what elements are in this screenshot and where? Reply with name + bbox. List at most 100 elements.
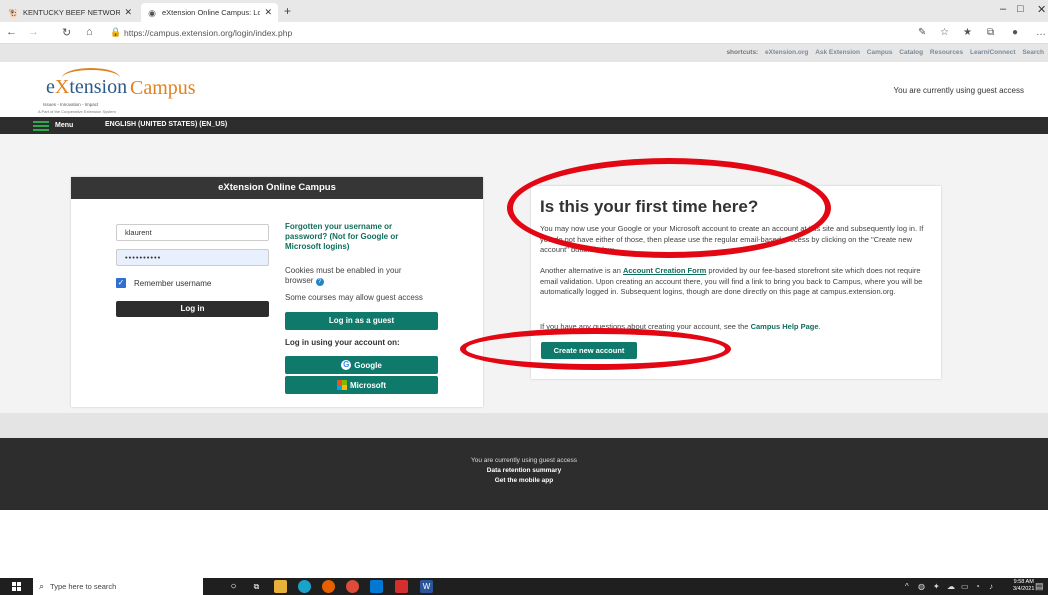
tab-kentucky-beef[interactable]: 🐮 KENTUCKY BEEF NETWORK - Ho ✕ xyxy=(2,3,138,22)
shortcuts-links: shortcuts: eXtension.org Ask Extension C… xyxy=(726,49,1044,56)
gray-band xyxy=(0,413,1048,438)
menu-label: Menu xyxy=(55,122,74,129)
battery-icon[interactable]: ▭ xyxy=(961,582,969,591)
lock-icon[interactable]: 🔒 xyxy=(110,27,121,38)
back-icon[interactable]: ← xyxy=(6,26,17,38)
maximize-icon[interactable]: □ xyxy=(1017,3,1024,15)
new-tab-button[interactable]: + xyxy=(284,4,291,18)
url-host: https://campus.extension.org xyxy=(124,28,233,38)
help-icon[interactable]: ? xyxy=(315,278,324,286)
favorite-add-icon[interactable]: ☆ xyxy=(940,27,949,38)
account-creation-form-link[interactable]: Account Creation Form xyxy=(623,266,706,275)
page-footer: You are currently using guest access Dat… xyxy=(0,438,1048,510)
shortcut-catalog[interactable]: Catalog xyxy=(899,49,923,56)
google-label: Google xyxy=(354,360,382,370)
shortcut-campus[interactable]: Campus xyxy=(867,49,893,56)
campus-help-page-link[interactable]: Campus Help Page xyxy=(751,322,819,331)
taskbar-search-placeholder: Type here to search xyxy=(50,582,117,591)
url-path: /login/index.php xyxy=(232,28,293,38)
shortcut-resources[interactable]: Resources xyxy=(930,49,963,56)
refresh-icon[interactable]: ↻ xyxy=(62,26,71,39)
login-card-title: eXtension Online Campus xyxy=(71,177,483,199)
url-field[interactable]: https://campus.extension.org/login/index… xyxy=(124,28,292,38)
microsoft-label: Microsoft xyxy=(350,380,386,390)
globe-icon: ◉ xyxy=(148,7,156,18)
home-icon[interactable]: ⌂ xyxy=(86,26,93,38)
clock-date: 3/4/2021 xyxy=(1013,586,1035,592)
logo-partof: A Part of the Cooperative Extension Syst… xyxy=(38,109,116,114)
tab-label: KENTUCKY BEEF NETWORK - Ho xyxy=(23,8,121,17)
microsoft-login-button[interactable]: Microsoft xyxy=(285,376,438,394)
task-view-icon[interactable]: ⧉ xyxy=(250,580,263,593)
app-tray-icon[interactable]: ✦ xyxy=(933,582,940,591)
page-blank-area xyxy=(0,510,1048,578)
firefox-icon[interactable] xyxy=(322,580,335,593)
file-explorer-icon[interactable] xyxy=(274,580,287,593)
edit-icon[interactable]: ✎ xyxy=(918,27,926,38)
mobile-app-link[interactable]: Get the mobile app xyxy=(0,477,1048,484)
security-icon[interactable]: ◍ xyxy=(918,582,925,591)
collections-icon[interactable]: ⧉ xyxy=(987,27,994,38)
shortcut-ask-extension[interactable]: Ask Extension xyxy=(815,49,860,56)
volume-icon[interactable]: ♪ xyxy=(989,582,993,591)
notification-icon[interactable]: ▤ xyxy=(1035,581,1044,592)
address-bar: ← → ↻ ⌂ 🔒 https://campus.extension.org/l… xyxy=(0,22,1048,44)
footer-guest-text: You are currently using guest access xyxy=(471,457,577,464)
more-icon[interactable]: … xyxy=(1036,27,1046,38)
remember-label: Remember username xyxy=(134,278,212,288)
taskbar-search[interactable]: ⌕ Type here to search xyxy=(33,578,203,595)
search-icon: ⌕ xyxy=(39,581,45,591)
remember-checkbox[interactable]: ✓ xyxy=(116,278,126,288)
shortcut-search[interactable]: Search xyxy=(1022,49,1044,56)
create-new-account-button[interactable]: Create new account xyxy=(541,342,637,359)
cow-icon: 🐮 xyxy=(8,7,20,18)
clock-time: 9:58 AM xyxy=(1013,579,1034,585)
wifi-icon[interactable]: ◔ xyxy=(975,582,980,591)
minimize-icon[interactable]: – xyxy=(1000,3,1006,15)
windows-start-icon[interactable] xyxy=(12,582,21,591)
login-as-guest-button[interactable]: Log in as a guest xyxy=(285,312,438,330)
chrome-icon[interactable] xyxy=(346,580,359,593)
shortcut-learn-connect[interactable]: Learn/Connect xyxy=(970,49,1016,56)
password-input[interactable]: •••••••••• xyxy=(116,249,269,266)
word-icon[interactable]: W xyxy=(420,580,433,593)
shortcut-extension-org[interactable]: eXtension.org xyxy=(765,49,808,56)
onedrive-icon[interactable]: ☁ xyxy=(947,582,955,591)
remember-username[interactable]: ✓ Remember username xyxy=(116,278,211,288)
close-tab-icon[interactable]: ✕ xyxy=(124,7,132,18)
shortcuts-label: shortcuts: xyxy=(726,49,759,56)
tab-extension-campus[interactable]: ◉ eXtension Online Campus: Log in ✕ xyxy=(141,3,278,22)
language-selector[interactable]: ENGLISH (UNITED STATES) (EN_US) xyxy=(105,121,227,128)
close-window-icon[interactable]: ✕ xyxy=(1037,3,1046,16)
cortana-icon[interactable]: ○ xyxy=(227,580,240,593)
windows-taskbar: ⌕ Type here to search ○ ⧉ W ^ ◍ ✦ ☁ ▭ ◔ … xyxy=(0,578,1048,595)
edge-icon[interactable] xyxy=(298,580,311,593)
first-time-paragraph-3: If you have any questions about creating… xyxy=(540,322,821,331)
profile-icon[interactable]: ● xyxy=(1012,27,1018,38)
favorites-icon[interactable]: ★ xyxy=(963,27,972,38)
forward-icon[interactable]: → xyxy=(28,26,39,38)
microsoft-icon xyxy=(337,380,347,390)
google-login-button[interactable]: G Google xyxy=(285,356,438,374)
forgot-password-link[interactable]: Forgotten your username or password? (No… xyxy=(285,222,405,252)
taskbar-clock[interactable]: 9:58 AM 3/4/2021 xyxy=(1013,579,1034,593)
close-tab-icon[interactable]: ✕ xyxy=(264,7,272,18)
google-icon: G xyxy=(341,360,352,370)
chevron-up-icon[interactable]: ^ xyxy=(905,582,909,591)
username-input[interactable]: klaurent xyxy=(116,224,269,241)
logo-extension-text: eXtension xyxy=(46,76,128,98)
first-time-title: Is this your first time here? xyxy=(540,197,759,216)
guest-access-text: You are currently using guest access xyxy=(893,86,1024,95)
logo-tagline: Issues - Innovation - Impact xyxy=(43,102,99,107)
outlook-icon[interactable] xyxy=(370,580,383,593)
guest-access-note: Some courses may allow guest access xyxy=(285,293,423,302)
menu-bar: Menu ENGLISH (UNITED STATES) (EN_US) xyxy=(0,117,1048,134)
menu-button[interactable]: Menu xyxy=(33,118,83,133)
extension-campus-logo[interactable]: eXtension Campus Issues - Innovation - I… xyxy=(38,68,208,114)
tab-label: eXtension Online Campus: Log in xyxy=(162,8,261,17)
login-button[interactable]: Log in xyxy=(116,301,269,317)
acrobat-icon[interactable] xyxy=(395,580,408,593)
browser-tab-strip: 🐮 KENTUCKY BEEF NETWORK - Ho ✕ ◉ eXtensi… xyxy=(0,0,1048,22)
first-time-paragraph-2: Another alternative is an Account Creati… xyxy=(540,266,923,296)
data-retention-link[interactable]: Data retention summary xyxy=(0,467,1048,474)
